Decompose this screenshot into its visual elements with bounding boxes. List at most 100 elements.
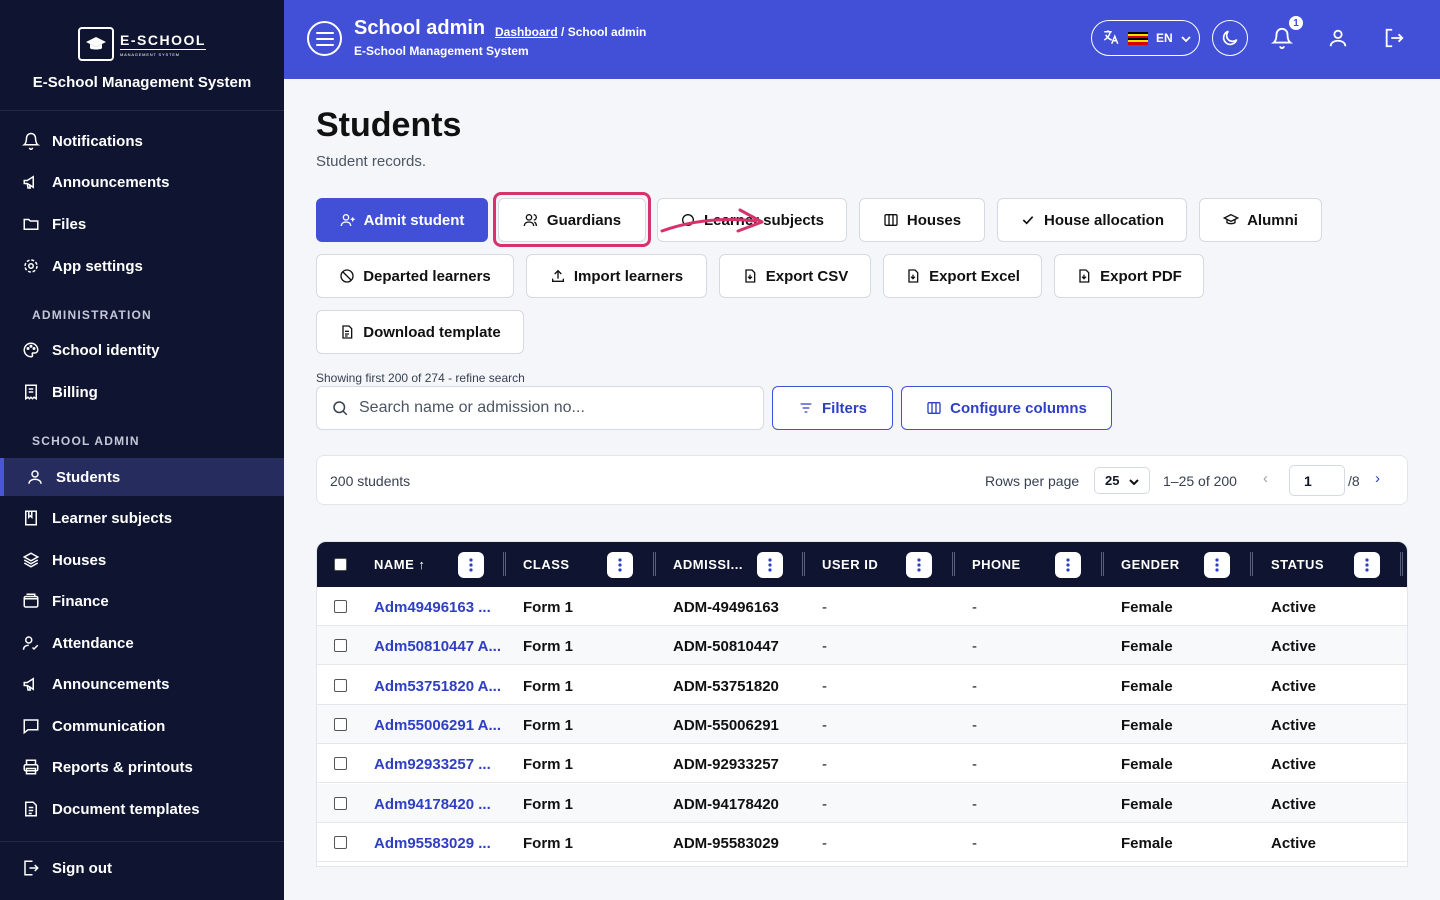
page-number-input[interactable]: 1 — [1289, 465, 1345, 496]
row-checkbox[interactable] — [334, 717, 347, 731]
sign-out-label: Sign out — [52, 859, 112, 877]
search-icon — [333, 401, 348, 416]
next-page-button[interactable]: › — [1375, 470, 1380, 487]
sidebar-item-learner-subjects[interactable]: Learner subjects — [0, 499, 284, 537]
cell-name[interactable]: Adm55006291 A... — [374, 717, 501, 734]
column-header-admission[interactable]: ADMISSI... — [673, 557, 743, 572]
column-menu-button[interactable] — [1055, 552, 1081, 578]
column-resize-handle[interactable] — [952, 552, 955, 576]
departed-learners-button[interactable]: Departed learners — [316, 254, 514, 298]
download-template-button[interactable]: Download template — [316, 310, 524, 354]
cell-name[interactable]: Adm50810447 A... — [374, 638, 501, 655]
section-school-admin: SCHOOL ADMIN — [32, 434, 140, 448]
cell-name[interactable]: Adm94178420 ... — [374, 796, 491, 813]
table-row[interactable]: Adm95583029 ... Form 1 ADM-95583029 - - Femal… — [317, 822, 1407, 862]
language-selector[interactable]: EN — [1091, 20, 1200, 56]
cell-name[interactable]: Adm53751820 A... — [374, 678, 501, 695]
sidebar-item-announcements[interactable]: Announcements — [0, 163, 284, 201]
sidebar-item-label: Reports & printouts — [52, 758, 193, 776]
table-row[interactable]: Adm53751820 A... Form 1 ADM-53751820 - - Fema… — [317, 665, 1407, 705]
export-excel-button[interactable]: Export Excel — [883, 254, 1042, 298]
column-menu-button[interactable] — [1354, 552, 1380, 578]
sidebar-item-attendance[interactable]: Attendance — [0, 624, 284, 662]
column-menu-button[interactable] — [757, 552, 783, 578]
prev-page-button[interactable]: ‹ — [1263, 470, 1268, 487]
sidebar-item-announcements-school[interactable]: Announcements — [0, 665, 284, 703]
table-row[interactable]: Adm92933257 ... Form 1 ADM-92933257 - - Femal… — [317, 744, 1407, 784]
cell-name[interactable]: Adm92933257 ... — [374, 756, 491, 773]
logout-button[interactable] — [1380, 24, 1408, 52]
table-row[interactable]: Adm55006291 A... Form 1 ADM-55006291 - - Fema… — [317, 704, 1407, 744]
cell-user-id: - — [822, 599, 827, 616]
rows-per-page-select[interactable]: 25 — [1094, 467, 1150, 494]
house-allocation-button[interactable]: House allocation — [997, 198, 1187, 242]
column-menu-button[interactable] — [906, 552, 932, 578]
row-checkbox[interactable] — [334, 600, 347, 613]
cell-status: Active — [1271, 834, 1317, 852]
profile-button[interactable] — [1324, 24, 1352, 52]
button-label: Alumni — [1247, 211, 1298, 229]
logo[interactable]: E-SCHOOL MANAGEMENT SYSTEM — [78, 27, 206, 61]
column-resize-handle[interactable] — [1250, 552, 1253, 576]
column-resize-handle[interactable] — [802, 552, 805, 576]
column-menu-button[interactable] — [1204, 552, 1230, 578]
sidebar-item-app-settings[interactable]: App settings — [0, 247, 284, 285]
admit-student-button[interactable]: Admit student — [316, 198, 488, 242]
sidebar-item-reports[interactable]: Reports & printouts — [0, 748, 284, 786]
column-resize-handle[interactable] — [503, 552, 506, 576]
column-header-phone[interactable]: PHONE — [972, 557, 1021, 572]
theme-toggle-button[interactable] — [1212, 20, 1248, 56]
column-header-class[interactable]: CLASS — [523, 557, 570, 572]
cell-status: Active — [1271, 677, 1317, 695]
sidebar-item-billing[interactable]: Billing — [0, 373, 284, 411]
row-checkbox[interactable] — [334, 757, 347, 771]
table-row[interactable]: Adm50810447 A... Form 1 ADM-50810447 - - Fema… — [317, 626, 1407, 666]
filters-button[interactable]: Filters — [772, 386, 893, 430]
column-resize-handle[interactable] — [653, 552, 656, 576]
table-row[interactable]: Adm49496163 ... Form 1 ADM-49496163 - - Femal… — [317, 587, 1407, 626]
export-csv-button[interactable]: Export CSV — [719, 254, 871, 298]
cell-name[interactable]: Adm95583029 ... — [374, 835, 491, 852]
column-header-gender[interactable]: GENDER — [1121, 557, 1180, 572]
search-input[interactable] — [359, 399, 739, 417]
sidebar-item-finance[interactable]: Finance — [0, 582, 284, 620]
column-header-user-id[interactable]: USER ID — [822, 557, 878, 572]
sidebar-item-files[interactable]: Files — [0, 205, 284, 243]
cell-class: Form 1 — [523, 599, 574, 616]
sidebar-item-document-templates[interactable]: Document templates — [0, 790, 284, 828]
column-header-name[interactable]: NAME ↑ — [374, 557, 425, 572]
row-checkbox[interactable] — [334, 678, 347, 692]
logout-icon — [1385, 28, 1404, 48]
export-pdf-button[interactable]: Export PDF — [1054, 254, 1204, 298]
houses-button[interactable]: Houses — [859, 198, 985, 242]
language-code: EN — [1156, 31, 1173, 45]
row-checkbox[interactable] — [334, 639, 347, 653]
sidebar-item-notifications[interactable]: Notifications — [0, 122, 284, 160]
cell-class: Form 1 — [523, 677, 574, 695]
menu-toggle-button[interactable] — [307, 21, 342, 56]
row-checkbox[interactable] — [334, 835, 347, 849]
alumni-button[interactable]: Alumni — [1199, 198, 1322, 242]
breadcrumb: Dashboard / School admin — [495, 25, 646, 39]
cell-status: Active — [1271, 716, 1317, 734]
column-header-status[interactable]: STATUS — [1271, 557, 1324, 572]
column-resize-handle[interactable] — [1101, 552, 1104, 576]
row-checkbox[interactable] — [334, 796, 347, 810]
import-learners-button[interactable]: Import learners — [526, 254, 707, 298]
sidebar-brand: E-SCHOOL MANAGEMENT SYSTEM E-School Mana… — [0, 0, 284, 111]
column-resize-handle[interactable] — [1400, 552, 1403, 576]
sidebar-item-students[interactable]: Students — [0, 458, 284, 496]
configure-columns-button[interactable]: Configure columns — [901, 386, 1112, 430]
cell-name[interactable]: Adm49496163 ... — [374, 599, 491, 616]
book-icon — [21, 508, 41, 528]
table-row[interactable]: Adm94178420 ... Form 1 ADM-94178420 - - Femal… — [317, 783, 1407, 823]
column-menu-button[interactable] — [458, 552, 484, 578]
sidebar-item-houses[interactable]: Houses — [0, 541, 284, 579]
sidebar-item-communication[interactable]: Communication — [0, 707, 284, 745]
sign-out-button[interactable]: Sign out — [0, 849, 284, 887]
breadcrumb-dashboard-link[interactable]: Dashboard — [495, 25, 558, 39]
select-all-checkbox[interactable] — [334, 558, 347, 571]
chevron-down-icon — [1181, 31, 1191, 45]
sidebar-item-school-identity[interactable]: School identity — [0, 331, 284, 369]
column-menu-button[interactable] — [607, 552, 633, 578]
